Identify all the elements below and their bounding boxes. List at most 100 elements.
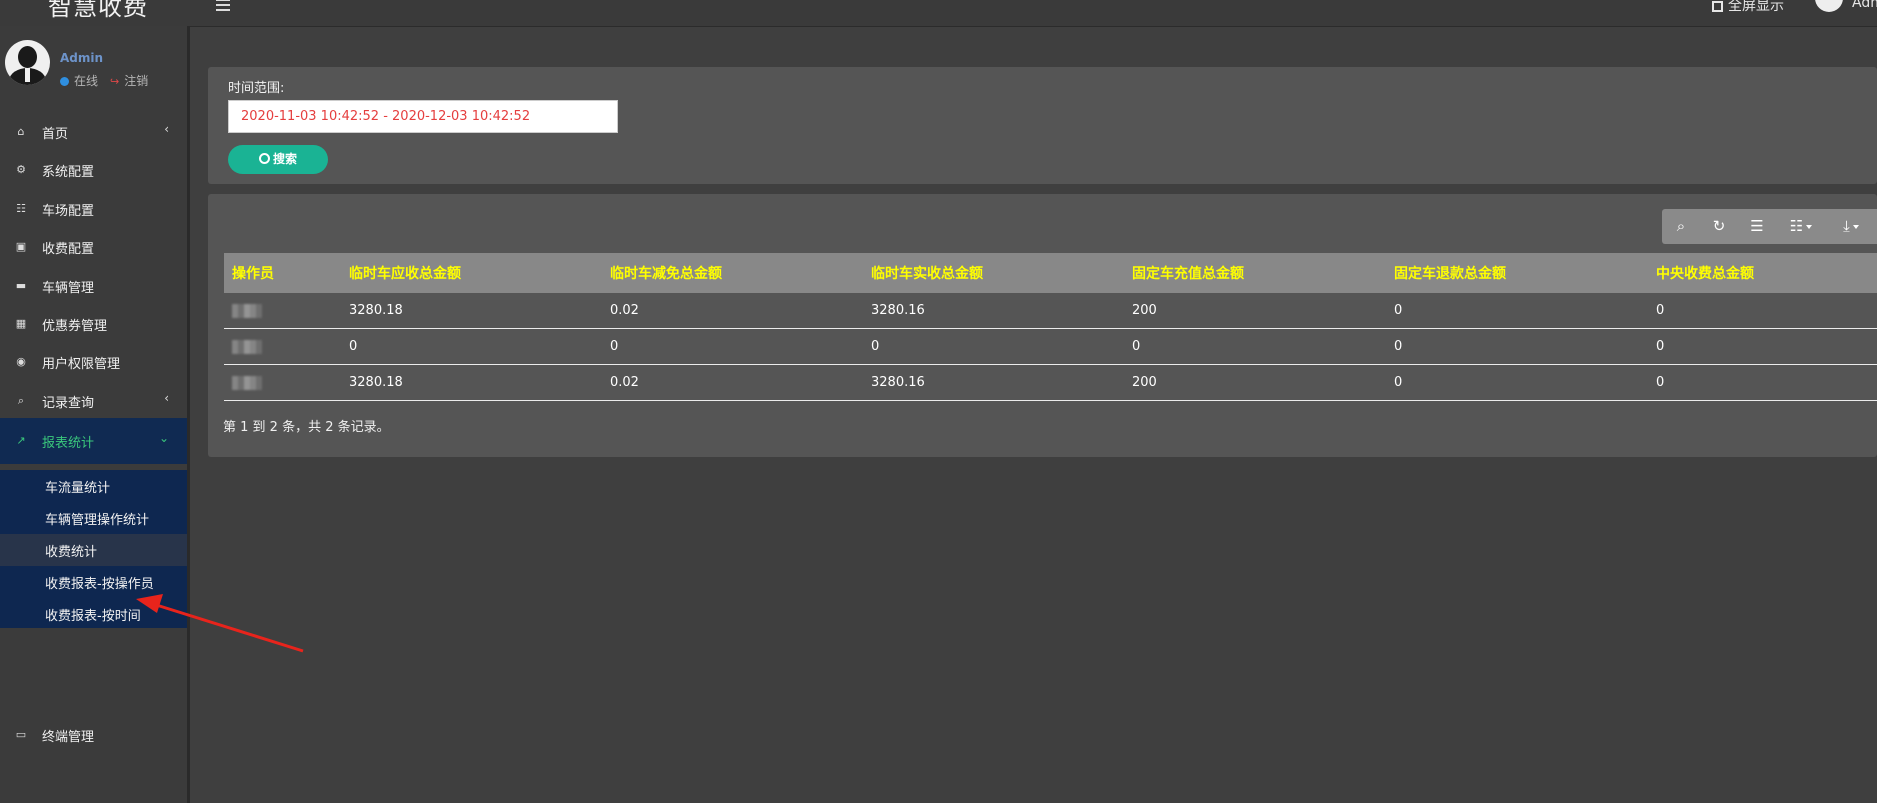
table-cell: 0 — [1656, 364, 1877, 401]
profile-name: Admin — [60, 51, 104, 65]
operator-cell — [224, 293, 349, 329]
sidebar: Admin 在线 ↪ 注销 ⌂ 首页 ‹ ⚙ 系统配置 ☷ 车场配置 ▣ 收费配置 … — [0, 26, 190, 803]
time-range-label: 时间范围: — [228, 81, 285, 96]
avatar — [5, 40, 50, 85]
column-header[interactable]: 操作员 — [224, 253, 349, 293]
brand: 智慧收费 — [0, 0, 190, 26]
table-row[interactable]: 0 0 0 0 0 0 — [224, 328, 1877, 365]
user-circle-icon: ◉ — [16, 355, 26, 368]
refresh-icon[interactable]: ↻ — [1700, 209, 1738, 244]
top-bar: 智慧收费 全屏显示 Admin — [0, 0, 1877, 27]
sidebar-item-label: 系统配置 — [42, 165, 95, 180]
table-cell: 0 — [1394, 328, 1656, 365]
table-header-row: 操作员 临时车应收总金额 临时车减免总金额 临时车实收总金额 固定车充值总金额 … — [224, 253, 1877, 293]
fullscreen-label: 全屏显示 — [1728, 0, 1784, 14]
online-label: 在线 — [74, 74, 99, 88]
table-cell: 0 — [349, 328, 610, 365]
table-row[interactable]: 3280.18 0.02 3280.16 200 0 0 — [224, 364, 1877, 401]
file-icon: ☷ — [16, 202, 26, 215]
submenu-traffic-stats[interactable]: 车流量统计 — [0, 470, 187, 502]
sidebar-item-label: 首页 — [42, 127, 69, 142]
profile-status: 在线 ↪ 注销 — [60, 72, 148, 89]
sidebar-item-label: 车场配置 — [42, 204, 95, 219]
table-toolbar: ⌕ ↻ ☰ ☷ ⤓ — [1662, 209, 1877, 244]
user-avatar[interactable] — [1815, 0, 1843, 12]
submenu-label: 收费报表-按时间 — [45, 609, 141, 624]
reports-submenu: 车流量统计 车辆管理操作统计 收费统计 收费报表-按操作员 收费报表-按时间 — [0, 470, 187, 628]
column-header[interactable]: 临时车减免总金额 — [610, 253, 871, 293]
app-title: 智慧收费 — [48, 0, 148, 21]
search-icon — [258, 153, 270, 164]
menu-toggle-icon[interactable] — [216, 0, 230, 14]
table-cell: 0 — [1656, 328, 1877, 365]
fee-stats-table: 操作员 临时车应收总金额 临时车减免总金额 临时车实收总金额 固定车充值总金额 … — [224, 253, 1877, 401]
sidebar-item-reports[interactable]: ↗ 报表统计 ⌄ — [0, 418, 187, 464]
column-header[interactable]: 临时车实收总金额 — [871, 253, 1132, 293]
redacted-block — [232, 375, 262, 390]
sidebar-item-label: 用户权限管理 — [42, 357, 121, 372]
sidebar-item-label: 收费配置 — [42, 242, 95, 257]
fullscreen-button[interactable]: 全屏显示 — [1712, 0, 1784, 15]
time-range-input[interactable] — [228, 100, 618, 133]
search-icon: ⌕ — [17, 394, 25, 407]
sidebar-item-label: 终端管理 — [42, 730, 95, 745]
operator-cell — [224, 328, 349, 365]
column-header[interactable]: 固定车退款总金额 — [1394, 253, 1656, 293]
submenu-label: 车流量统计 — [45, 481, 111, 496]
table-cell: 0.02 — [610, 364, 871, 401]
submenu-label: 收费报表-按操作员 — [45, 577, 154, 592]
operator-cell — [224, 364, 349, 401]
column-header[interactable]: 临时车应收总金额 — [349, 253, 610, 293]
line-chart-icon: ↗ — [16, 434, 26, 447]
table-cell: 3280.16 — [871, 364, 1132, 401]
submenu-label: 收费统计 — [45, 545, 98, 560]
table-cell: 0 — [610, 328, 871, 365]
table-cell: 0.02 — [610, 293, 871, 329]
table-cell: 3280.18 — [349, 293, 610, 329]
columns-icon[interactable]: ☷ — [1776, 209, 1826, 244]
sidebar-item-terminal-mgmt[interactable]: ▭ 终端管理 — [0, 712, 187, 758]
sidebar-item-label: 记录查询 — [42, 396, 95, 411]
search-button[interactable]: 搜索 — [228, 145, 328, 174]
filter-panel: 时间范围: 搜索 — [208, 67, 1877, 184]
table-cell: 200 — [1132, 293, 1394, 329]
chevron-left-icon: ‹ — [164, 391, 169, 405]
sidebar-item-label: 报表统计 — [42, 436, 95, 451]
table-row[interactable]: 3280.18 0.02 3280.16 200 0 0 — [224, 293, 1877, 329]
search-button-label: 搜索 — [272, 152, 297, 166]
car-icon: ▬ — [15, 279, 27, 292]
toolbar-search-icon[interactable]: ⌕ — [1662, 209, 1700, 244]
submenu-vehicle-ops-stats[interactable]: 车辆管理操作统计 — [0, 502, 187, 534]
table-cell: 0 — [1132, 328, 1394, 365]
table-cell: 0 — [871, 328, 1132, 365]
chevron-down-icon: ⌄ — [158, 431, 169, 445]
submenu-fee-report-time[interactable]: 收费报表-按时间 — [0, 598, 187, 630]
column-header[interactable]: 中央收费总金额 — [1656, 253, 1877, 293]
sidebar-item-label: 优惠券管理 — [42, 319, 108, 334]
money-icon: ▣ — [15, 240, 27, 253]
redacted-block — [232, 339, 262, 354]
calendar-icon: ▦ — [15, 317, 27, 330]
desktop-icon: ▭ — [15, 728, 27, 741]
submenu-fee-report-operator[interactable]: 收费报表-按操作员 — [0, 566, 187, 598]
expand-icon — [1712, 0, 1723, 12]
user-name[interactable]: Admin — [1852, 0, 1877, 11]
sign-out-icon[interactable]: ↪ — [110, 75, 119, 88]
submenu-fee-stats[interactable]: 收费统计 — [0, 534, 187, 566]
submenu-label: 车辆管理操作统计 — [45, 513, 150, 528]
export-icon[interactable]: ⤓ — [1826, 209, 1876, 244]
online-dot-icon — [60, 77, 69, 86]
table-panel: ⌕ ↻ ☰ ☷ ⤓ 操作员 临时车应收总金额 临时车减免总金额 临时车实收总金额… — [208, 194, 1877, 457]
table-cell: 200 — [1132, 364, 1394, 401]
column-header[interactable]: 固定车充值总金额 — [1132, 253, 1394, 293]
table-cell: 0 — [1394, 364, 1656, 401]
toggle-view-icon[interactable]: ☰ — [1738, 209, 1776, 244]
home-icon: ⌂ — [17, 125, 25, 138]
sidebar-item-label: 车辆管理 — [42, 281, 95, 296]
logout-link[interactable]: 注销 — [124, 74, 148, 88]
table-cell: 3280.18 — [349, 364, 610, 401]
table-cell: 0 — [1394, 293, 1656, 329]
table-cell: 3280.16 — [871, 293, 1132, 329]
table-cell: 0 — [1656, 293, 1877, 329]
cogs-icon: ⚙ — [16, 163, 26, 176]
